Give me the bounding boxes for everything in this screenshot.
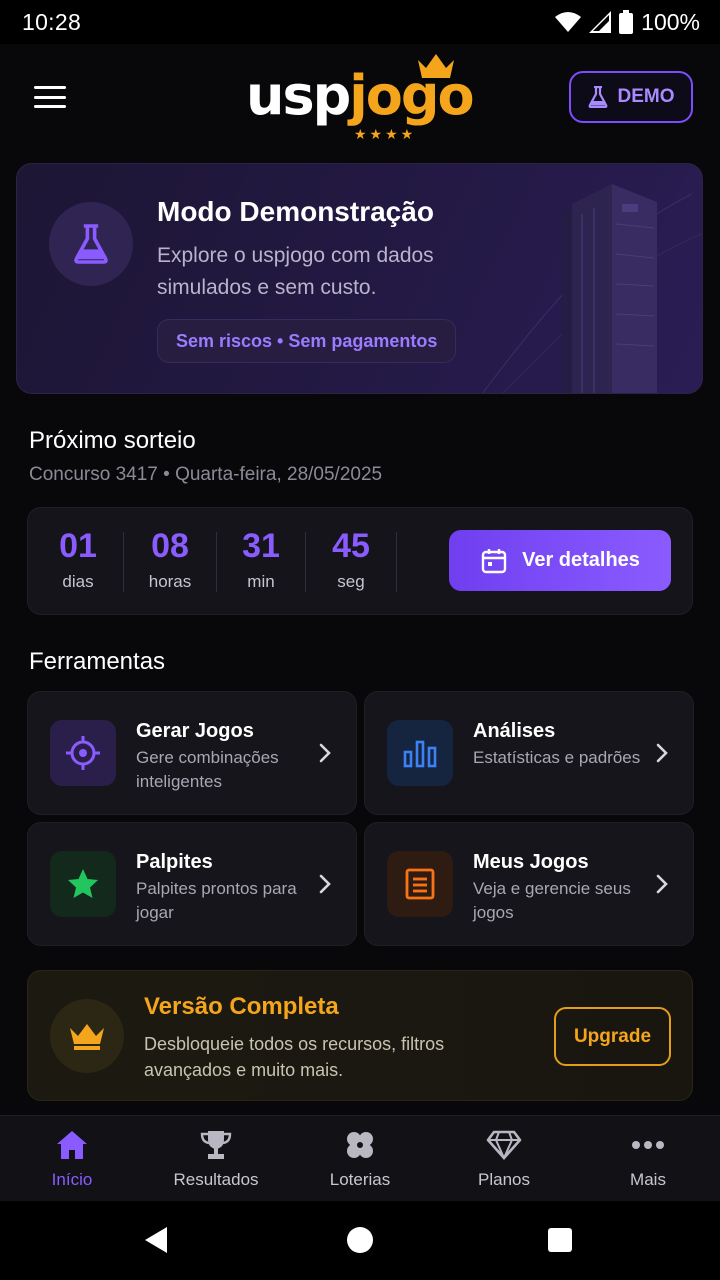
- tool-title: Gerar Jogos: [136, 720, 254, 742]
- tool-description: Veja e gerencie seus jogos: [473, 879, 631, 922]
- back-icon[interactable]: [143, 1225, 169, 1255]
- full-version-description: Desbloqueie todos os recursos, filtros a…: [144, 1034, 445, 1080]
- crown-icon: [50, 999, 124, 1073]
- trophy-icon: [199, 1128, 233, 1162]
- tool-description: Estatísticas e padrões: [473, 748, 641, 767]
- tool-title: Palpites: [136, 851, 213, 873]
- app-screen: uspjogo ★★★★ DEMO Modo Demonstração Expl…: [0, 44, 720, 1201]
- star-icon: [50, 851, 116, 917]
- tool-title: Análises: [473, 720, 556, 742]
- chevron-right-icon: [319, 743, 331, 763]
- nav-more[interactable]: Mais: [576, 1116, 720, 1201]
- battery-percent: 100%: [641, 8, 700, 35]
- tool-description: Palpites prontos para jogar: [136, 879, 297, 922]
- nav-plans[interactable]: Planos: [432, 1116, 576, 1201]
- flask-icon: [588, 86, 607, 108]
- tool-generate-games[interactable]: Gerar Jogos Gere combinações inteligente…: [27, 691, 357, 815]
- demo-title: Modo Demonstração: [157, 196, 434, 227]
- app-header: uspjogo ★★★★ DEMO: [0, 44, 720, 156]
- bar-chart-icon: [387, 720, 453, 786]
- countdown-card: 01 dias 08 horas 31 min 45 seg Ver detal…: [27, 507, 693, 615]
- chevron-right-icon: [656, 874, 668, 894]
- wifi-icon: [555, 12, 582, 32]
- countdown-seconds: 45 seg: [332, 527, 370, 591]
- app-logo: uspjogo ★★★★: [246, 52, 475, 150]
- status-bar: 10:28 100%: [0, 0, 720, 44]
- logo-stars: ★★★★: [354, 126, 417, 142]
- countdown-hours: 08 horas: [148, 527, 192, 591]
- system-navigation-bar: [0, 1201, 720, 1280]
- nav-results[interactable]: Resultados: [144, 1116, 288, 1201]
- clover-icon: [343, 1128, 377, 1162]
- status-time: 10:28: [22, 8, 82, 35]
- battery-icon: [619, 10, 634, 34]
- demo-description: Explore o uspjogo com dados simulados e …: [157, 244, 434, 299]
- chevron-right-icon: [319, 874, 331, 894]
- demo-chip: Sem riscos • Sem pagamentos: [157, 319, 457, 363]
- signal-icon: [589, 11, 612, 33]
- recents-icon[interactable]: [547, 1225, 573, 1255]
- countdown-minutes: 31 min: [242, 527, 280, 591]
- nav-home[interactable]: Início: [0, 1116, 144, 1201]
- more-icon: [631, 1128, 665, 1162]
- target-icon: [50, 720, 116, 786]
- demo-button[interactable]: DEMO: [569, 71, 693, 123]
- home-circle-icon[interactable]: [346, 1225, 374, 1255]
- demo-mode-card: Modo Demonstração Explore o uspjogo com …: [16, 163, 703, 394]
- crown-icon: [418, 54, 454, 78]
- document-icon: [387, 851, 453, 917]
- view-details-button[interactable]: Ver detalhes: [449, 530, 671, 591]
- flask-icon: [49, 202, 133, 286]
- diamond-icon: [486, 1128, 522, 1162]
- tool-description: Gere combinações inteligentes: [136, 748, 279, 791]
- full-version-card: Versão Completa Desbloqueie todos os rec…: [27, 970, 693, 1101]
- tool-my-games[interactable]: Meus Jogos Veja e gerencie seus jogos: [364, 822, 694, 946]
- next-draw-title: Próximo sorteio: [29, 427, 196, 454]
- menu-icon[interactable]: [30, 82, 70, 112]
- full-version-title: Versão Completa: [144, 993, 339, 1020]
- home-icon: [55, 1128, 89, 1162]
- tool-title: Meus Jogos: [473, 851, 589, 873]
- chevron-right-icon: [656, 743, 668, 763]
- countdown-days: 01 dias: [59, 527, 97, 591]
- status-icons: 100%: [555, 9, 700, 36]
- tool-tips[interactable]: Palpites Palpites prontos para jogar: [27, 822, 357, 946]
- next-draw-subtitle: Concurso 3417 • Quarta-feira, 28/05/2025: [29, 464, 383, 485]
- tools-title: Ferramentas: [29, 648, 166, 675]
- bottom-navigation: Início Resultados Loterias Planos Mais: [0, 1115, 720, 1201]
- tool-analyses[interactable]: Análises Estatísticas e padrões: [364, 691, 694, 815]
- upgrade-button[interactable]: Upgrade: [554, 1007, 671, 1066]
- building-illustration: [482, 184, 702, 393]
- calendar-icon: [481, 548, 507, 573]
- nav-lotteries[interactable]: Loterias: [288, 1116, 432, 1201]
